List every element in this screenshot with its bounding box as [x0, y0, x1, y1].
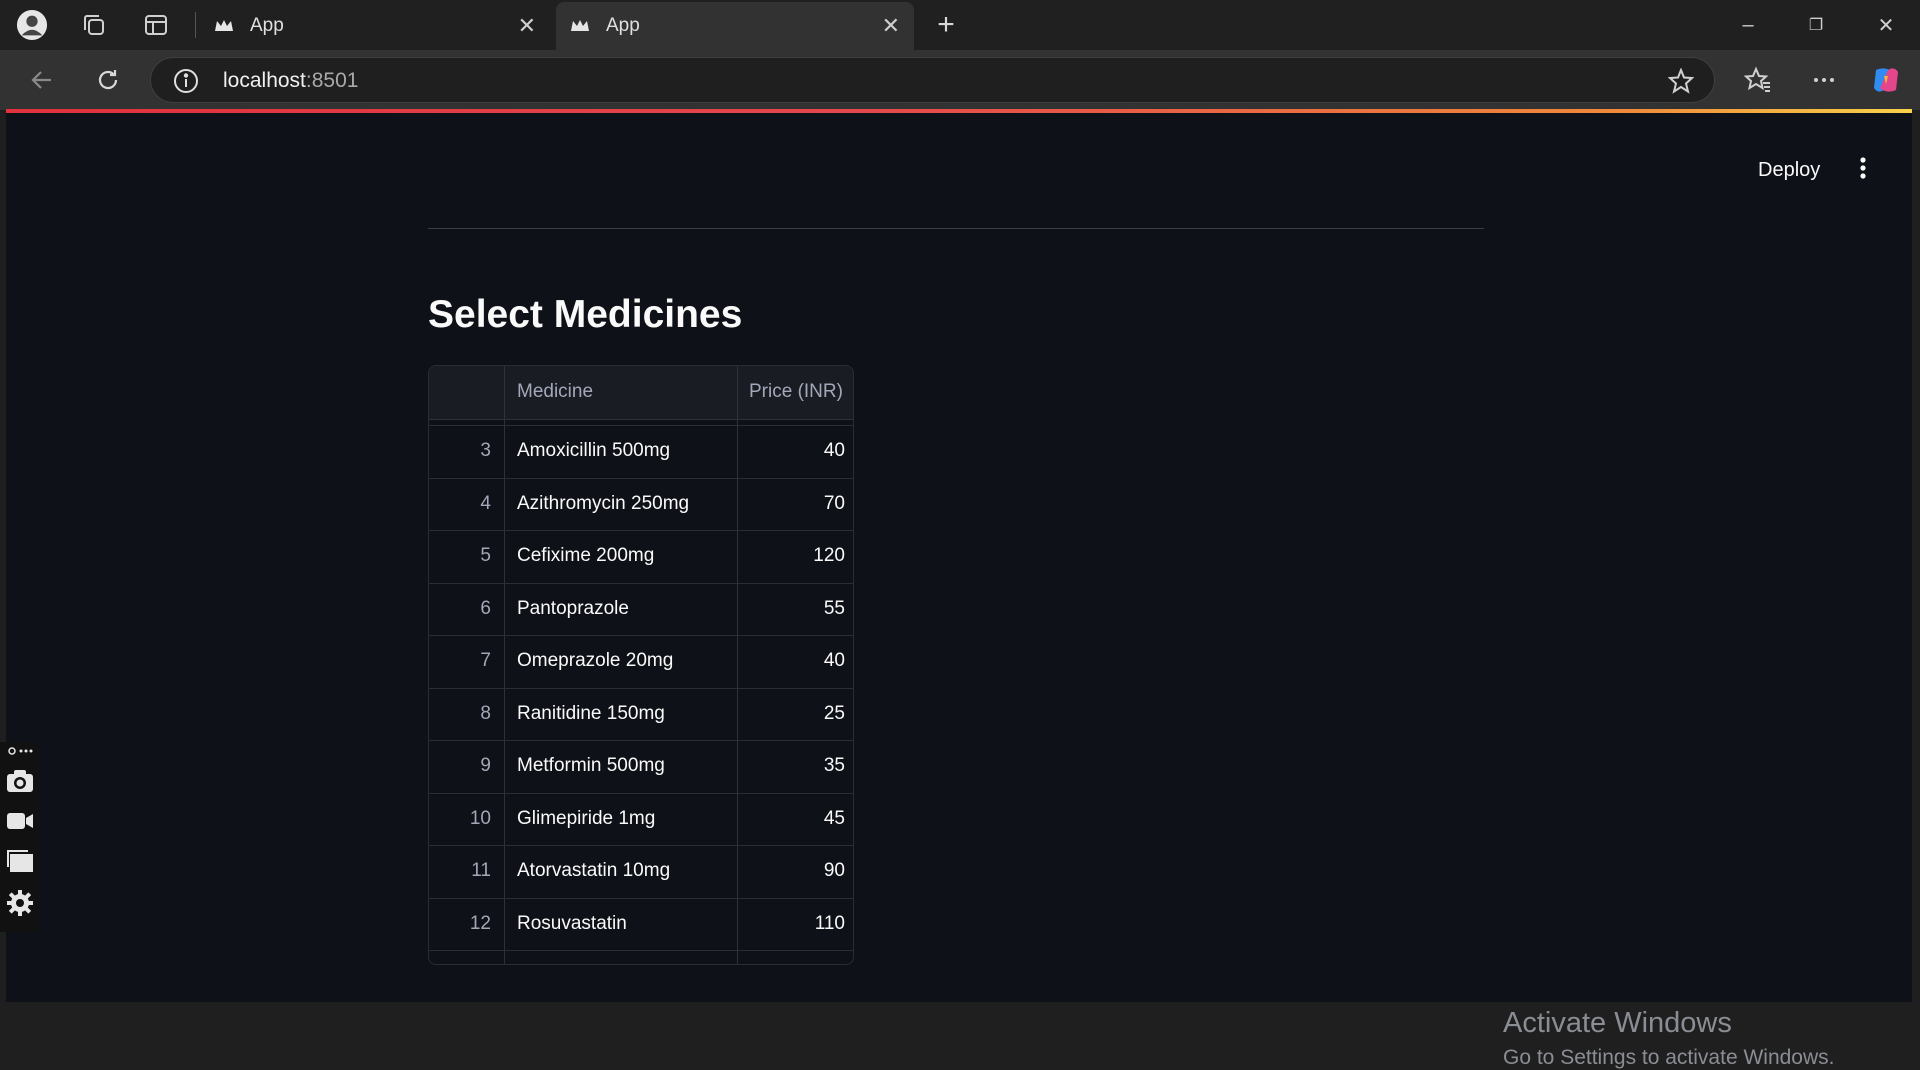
row-index: 8	[480, 702, 491, 724]
price-cell[interactable]: 40	[824, 440, 845, 462]
tab-close-icon[interactable]: ✕	[882, 15, 900, 37]
tab-separator	[195, 12, 196, 38]
tab-title: App	[250, 15, 284, 36]
toolbar-more-icon[interactable]	[5, 742, 35, 760]
price-cell[interactable]: 70	[824, 493, 845, 515]
more-options-icon[interactable]	[1806, 62, 1842, 98]
table-row[interactable]: 4 Azithromycin 250mg 70	[429, 477, 853, 531]
row-index: 11	[471, 860, 491, 881]
row-index: 4	[480, 492, 491, 514]
price-cell[interactable]: 25	[824, 703, 845, 725]
table-row-partial	[429, 950, 853, 964]
table-row[interactable]: 12 Rosuvastatin 110	[429, 897, 853, 951]
price-cell[interactable]: 90	[824, 860, 845, 882]
watermark-subtitle: Go to Settings to activate Windows.	[1503, 1046, 1835, 1069]
reload-icon[interactable]	[90, 62, 126, 98]
table-header: Medicine Price (INR)	[429, 366, 853, 420]
price-cell[interactable]: 35	[824, 755, 845, 777]
new-tab-button[interactable]: +	[930, 8, 962, 41]
site-info-icon[interactable]	[173, 68, 199, 94]
address-bar[interactable]: localhost:8501	[150, 57, 1715, 103]
price-cell[interactable]: 45	[824, 808, 845, 830]
browser-toolbar: localhost:8501	[0, 50, 1920, 110]
row-index: 9	[480, 755, 491, 776]
row-index: 10	[469, 807, 491, 829]
medicine-cell[interactable]: Pantoprazole	[517, 598, 629, 620]
table-row[interactable]: 8 Ranitidine 150mg 25	[429, 687, 853, 741]
tab-title: App	[606, 15, 640, 36]
medicine-cell[interactable]: Metformin 500mg	[517, 755, 665, 777]
restore-button[interactable]: ❐	[1796, 8, 1836, 42]
table-row[interactable]: 7 Omeprazole 20mg 40	[429, 635, 853, 688]
price-cell[interactable]: 40	[824, 650, 845, 672]
screen-capture-toolbar	[0, 742, 38, 932]
back-icon[interactable]	[24, 62, 60, 98]
tab-app-2[interactable]: App ✕	[556, 2, 914, 50]
divider	[428, 228, 1484, 229]
tab-app-1[interactable]: App ✕	[200, 2, 550, 50]
workspaces-icon[interactable]	[78, 9, 110, 41]
row-index: 3	[480, 440, 491, 461]
copilot-icon[interactable]	[1868, 62, 1904, 98]
table-row[interactable]: 11 Atorvastatin 10mg 90	[429, 845, 853, 898]
video-record-icon[interactable]	[5, 806, 35, 836]
row-index: 12	[469, 912, 491, 934]
page-title: Select Medicines	[428, 293, 743, 336]
price-cell[interactable]: 55	[824, 598, 845, 620]
medicine-cell[interactable]: Atorvastatin 10mg	[517, 860, 670, 882]
column-header-price[interactable]: Price (INR)	[749, 381, 843, 403]
table-row[interactable]: 3 Amoxicillin 500mg 40	[429, 425, 853, 478]
url-port: :8501	[305, 69, 359, 92]
minimize-button[interactable]: –	[1728, 8, 1768, 42]
browser-tab-bar: App ✕ App ✕ + – ❐ ✕	[0, 0, 1920, 50]
app-page: Deploy Select Medicines Medicine Price (…	[6, 113, 1912, 1069]
favorite-star-icon[interactable]	[1667, 67, 1695, 94]
tab-close-icon[interactable]: ✕	[518, 15, 536, 37]
table-row[interactable]: 6 Pantoprazole 55	[429, 582, 853, 636]
streamlit-crown-icon	[214, 17, 236, 35]
medicine-cell[interactable]: Ranitidine 150mg	[517, 703, 665, 725]
camera-icon[interactable]	[5, 766, 35, 796]
medicine-cell[interactable]: Glimepiride 1mg	[517, 808, 655, 830]
deploy-button[interactable]: Deploy	[1746, 153, 1832, 188]
table-row[interactable]: 5 Cefixime 200mg 120	[429, 530, 853, 583]
row-index: 7	[480, 650, 491, 671]
profile-icon[interactable]	[16, 9, 48, 41]
favorites-icon[interactable]	[1740, 62, 1776, 98]
activate-windows-watermark: Activate Windows Go to Settings to activ…	[1503, 1006, 1835, 1070]
medicine-cell[interactable]: Cefixime 200mg	[517, 545, 654, 567]
url-text: localhost:8501	[223, 69, 358, 93]
watermark-title: Activate Windows	[1503, 1007, 1732, 1039]
medicine-cell[interactable]: Amoxicillin 500mg	[517, 440, 670, 462]
close-window-button[interactable]: ✕	[1866, 8, 1906, 42]
table-row[interactable]: 10 Glimepiride 1mg 45	[429, 792, 853, 846]
medicine-cell[interactable]: Rosuvastatin	[517, 913, 627, 935]
main-menu-icon[interactable]	[1848, 151, 1878, 185]
medicine-cell[interactable]: Azithromycin 250mg	[517, 493, 689, 515]
tab-actions-icon[interactable]	[140, 9, 172, 41]
medicine-cell[interactable]: Omeprazole 20mg	[517, 650, 673, 672]
medicine-dataframe[interactable]: Medicine Price (INR) 3 Amoxicillin 500mg 4…	[428, 365, 854, 965]
row-index: 6	[480, 597, 491, 619]
price-cell[interactable]: 120	[813, 545, 845, 567]
row-index: 5	[480, 545, 491, 566]
window-capture-icon[interactable]	[5, 846, 35, 876]
price-cell[interactable]: 110	[815, 913, 845, 935]
settings-gear-icon[interactable]	[5, 888, 35, 918]
url-host: localhost	[223, 69, 306, 92]
column-header-medicine[interactable]: Medicine	[517, 381, 593, 403]
table-row[interactable]: 9 Metformin 500mg 35	[429, 740, 853, 793]
streamlit-crown-icon	[570, 17, 592, 35]
